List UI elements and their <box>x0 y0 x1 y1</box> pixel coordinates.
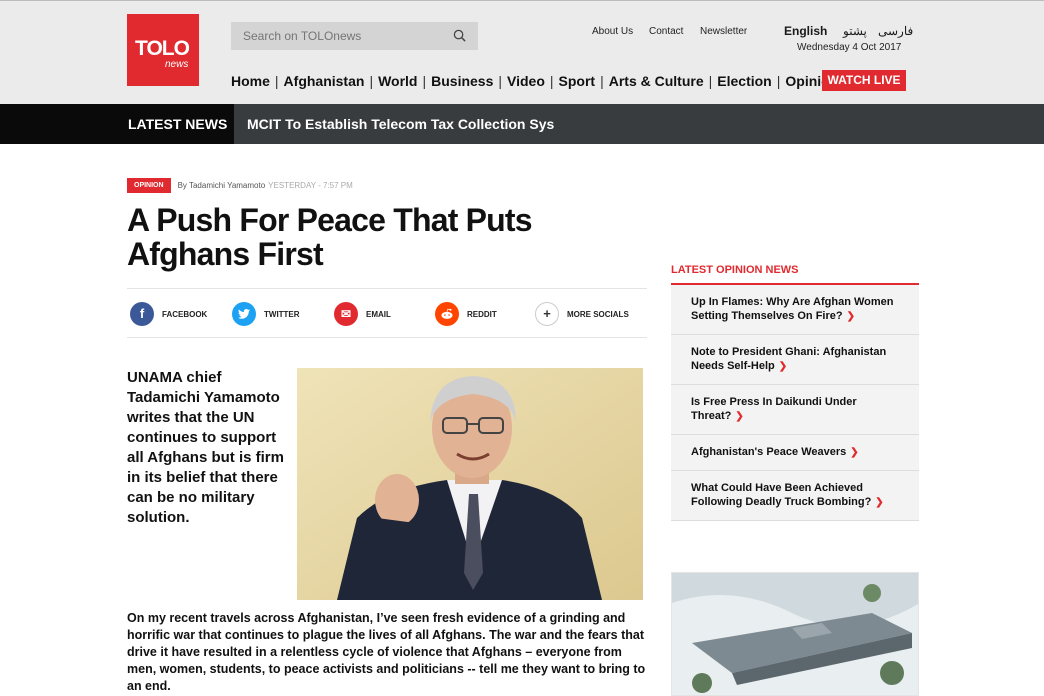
plus-icon: + <box>535 302 559 326</box>
share-email-label: EMAIL <box>366 309 391 319</box>
search-input[interactable] <box>231 22 441 50</box>
opinion-item-title: Afghanistan's Peace Weavers <box>691 446 847 458</box>
portrait-image <box>297 368 643 600</box>
search-icon[interactable] <box>453 29 466 42</box>
tolonews-logo[interactable]: TOLO news <box>127 14 199 86</box>
article-title: A Push For Peace That Puts Afghans First <box>127 202 533 272</box>
nav-separator: | <box>776 73 781 89</box>
share-facebook-label: FACEBOOK <box>162 309 208 319</box>
email-icon: ✉ <box>334 302 358 326</box>
opinion-item-title: Up In Flames: Why Are Afghan Women Setti… <box>691 296 894 322</box>
chevron-right-icon: ❯ <box>875 497 884 508</box>
opinion-item[interactable]: Is Free Press In Daikundi Under Threat? ❯ <box>671 385 919 435</box>
share-facebook-button[interactable]: f FACEBOOK <box>130 301 207 327</box>
main-nav: Home | Afghanistan | World | Business | Vide… <box>231 71 838 91</box>
nav-election[interactable]: Election <box>717 73 771 89</box>
site-header: TOLO news About Us Contact Newsletter En… <box>0 0 1044 104</box>
opinion-item[interactable]: What Could Have Been Achieved Following … <box>671 471 919 521</box>
search-box <box>231 22 478 50</box>
share-reddit-label: REDDIT <box>467 309 497 319</box>
nav-sport[interactable]: Sport <box>559 73 596 89</box>
language-dari[interactable]: فارسی <box>878 24 913 38</box>
contact-link[interactable]: Contact <box>649 26 683 37</box>
opinion-item[interactable]: Note to President Ghani: Afghanistan Nee… <box>671 335 919 385</box>
article-lead: UNAMA chief Tadamichi Yamamoto writes th… <box>127 369 284 526</box>
share-email-button[interactable]: ✉ EMAIL <box>334 301 391 327</box>
social-share-bar: f FACEBOOK TWITTER ✉ EMAIL REDDIT + MORE… <box>127 288 647 338</box>
article-body: On my recent travels across Afghanistan,… <box>127 611 646 693</box>
advertisement[interactable] <box>671 572 919 696</box>
opinion-list: Up In Flames: Why Are Afghan Women Setti… <box>671 285 919 521</box>
nav-world[interactable]: World <box>378 73 417 89</box>
nav-separator: | <box>600 73 604 89</box>
nav-separator: | <box>708 73 713 89</box>
newsletter-link[interactable]: Newsletter <box>700 26 747 37</box>
share-reddit-button[interactable]: REDDIT <box>435 301 497 327</box>
opinion-item-title: Is Free Press In Daikundi Under Threat? <box>691 396 857 422</box>
more-socials-button[interactable]: + MORE SOCIALS <box>535 301 629 327</box>
nav-arts-culture[interactable]: Arts & Culture <box>609 73 704 89</box>
nav-separator: | <box>549 73 554 89</box>
latest-opinion-sidebar: LATEST OPINION NEWS Up In Flames: Why Ar… <box>671 264 919 521</box>
sidebar-heading: LATEST OPINION NEWS <box>671 264 919 285</box>
author-name[interactable]: By Tadamichi Yamamoto <box>178 181 266 190</box>
share-twitter-label: TWITTER <box>264 309 300 319</box>
language-pashto[interactable]: پشتو <box>843 24 867 38</box>
chevron-right-icon: ❯ <box>735 411 744 422</box>
logo-subtext: news <box>165 59 189 70</box>
nav-separator: | <box>274 73 279 89</box>
byline: By Tadamichi Yamamoto YESTERDAY - 7:57 PM <box>178 181 353 190</box>
ticker-label: LATEST NEWS <box>0 104 234 144</box>
nav-separator: | <box>422 73 427 89</box>
reddit-icon <box>435 302 459 326</box>
category-badge[interactable]: OPINION <box>127 177 171 193</box>
nav-video[interactable]: Video <box>507 73 545 89</box>
chevron-right-icon: ❯ <box>846 311 855 322</box>
nav-afghanistan[interactable]: Afghanistan <box>284 73 365 89</box>
share-twitter-button[interactable]: TWITTER <box>232 301 300 327</box>
watch-live-button[interactable]: WATCH LIVE <box>822 70 906 91</box>
opinion-item[interactable]: Up In Flames: Why Are Afghan Women Setti… <box>671 285 919 335</box>
nav-separator: | <box>369 73 374 89</box>
opinion-item[interactable]: Afghanistan's Peace Weavers ❯ <box>671 435 919 471</box>
nav-business[interactable]: Business <box>431 73 493 89</box>
nav-home[interactable]: Home <box>231 73 270 89</box>
current-date: Wednesday 4 Oct 2017 <box>797 42 902 53</box>
ticker-headline[interactable]: MCIT To Establish Telecom Tax Collection… <box>247 104 554 144</box>
more-socials-label: MORE SOCIALS <box>567 309 629 319</box>
opinion-item-title: Note to President Ghani: Afghanistan Nee… <box>691 346 887 372</box>
chevron-right-icon: ❯ <box>850 447 859 458</box>
ad-image <box>672 573 918 695</box>
news-ticker: LATEST NEWS MCIT To Establish Telecom Ta… <box>0 104 1044 144</box>
facebook-icon: f <box>130 302 154 326</box>
chevron-right-icon: ❯ <box>778 361 788 372</box>
logo-text: TOLO <box>135 37 190 60</box>
opinion-item-title: What Could Have Been Achieved Following … <box>691 482 872 508</box>
article-photo <box>297 368 643 600</box>
nav-separator: | <box>498 73 503 89</box>
publish-time: YESTERDAY - 7:57 PM <box>268 180 353 190</box>
twitter-icon <box>232 302 256 326</box>
article-meta: OPINION By Tadamichi Yamamoto YESTERDAY -… <box>127 177 353 193</box>
language-english[interactable]: English <box>784 24 827 38</box>
about-us-link[interactable]: About Us <box>592 26 633 37</box>
